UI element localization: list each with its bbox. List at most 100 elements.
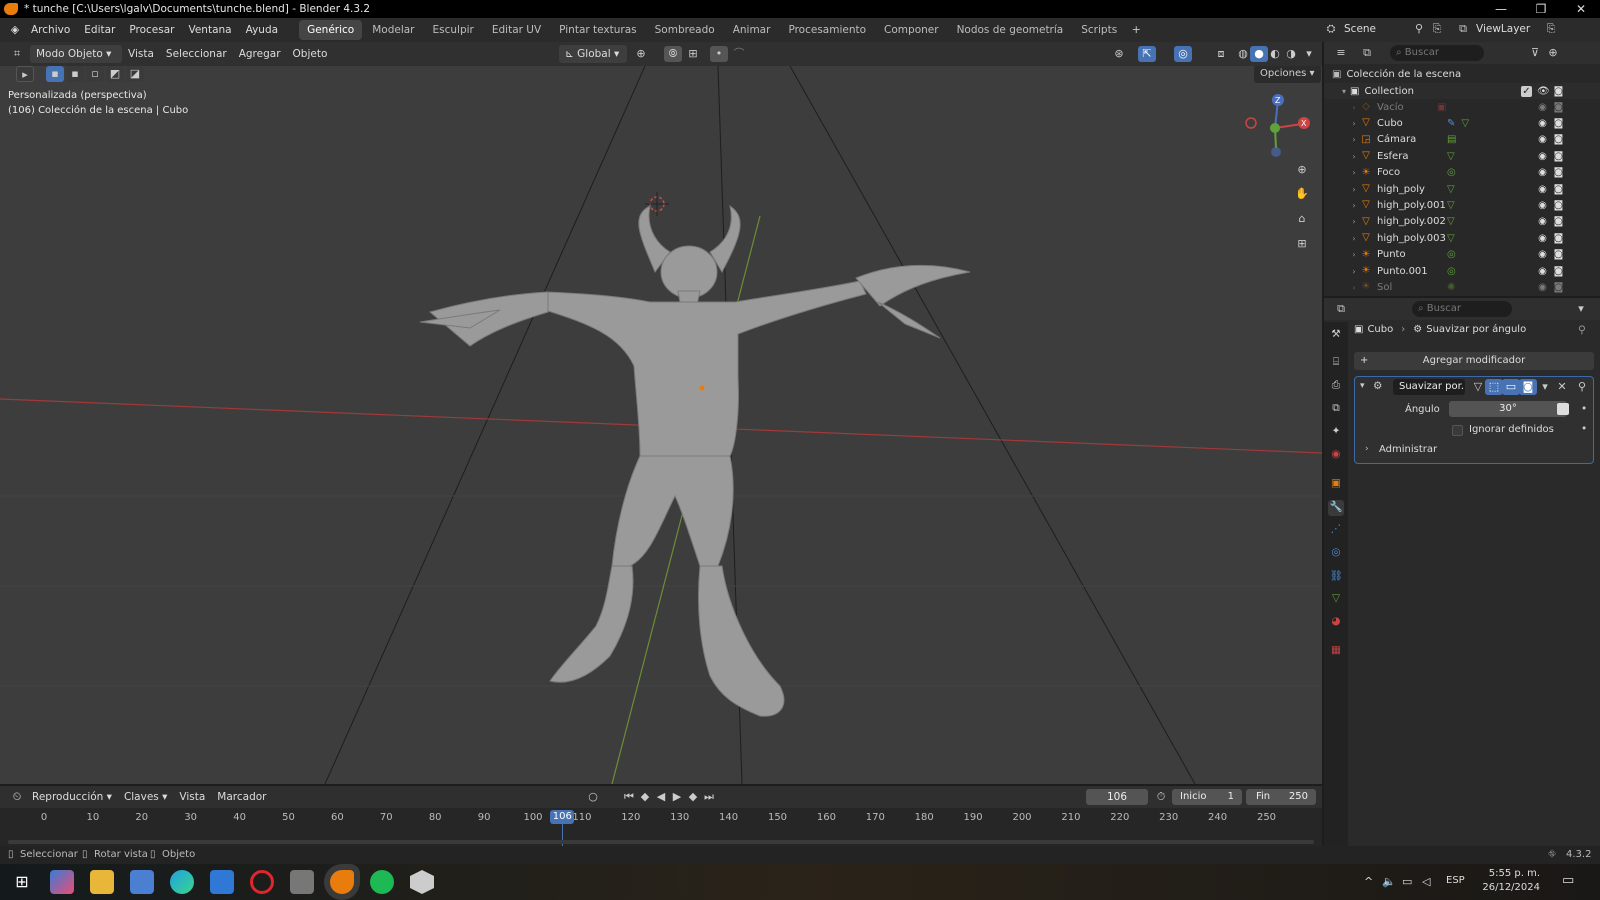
- expand-arrow-icon[interactable]: ›: [1348, 250, 1360, 259]
- volume-icon[interactable]: ◁: [1422, 875, 1430, 888]
- autokey-icon[interactable]: ○: [584, 789, 602, 805]
- new-viewlayer-icon[interactable]: ⎘: [1542, 21, 1560, 37]
- camera-icon[interactable]: ◙: [1553, 134, 1564, 145]
- camera-icon[interactable]: ◙: [1553, 200, 1564, 211]
- outliner-item[interactable]: › ☀ Punto.001 ◎ ◉ ◙: [1324, 263, 1600, 279]
- material-tab-icon[interactable]: ◕: [1328, 615, 1344, 631]
- xray-icon[interactable]: ⧈: [1212, 46, 1230, 62]
- outliner-root[interactable]: ▣ Colección de la escena: [1324, 66, 1600, 82]
- pivot-icon[interactable]: ⊕: [632, 46, 650, 62]
- display-mode-icon[interactable]: ⧉: [1358, 45, 1376, 61]
- outliner-item[interactable]: › ◇ Vacío ▣ ◉ ◙: [1324, 99, 1600, 115]
- store-icon[interactable]: [130, 870, 154, 894]
- expand-arrow-icon[interactable]: ›: [1348, 217, 1360, 226]
- outliner-item[interactable]: › ▽ Cubo ✎ ▽ ◉ ◙: [1324, 115, 1600, 131]
- camera-icon[interactable]: ◙: [1553, 118, 1564, 129]
- expand-arrow-icon[interactable]: ›: [1348, 267, 1360, 276]
- object-data-icon[interactable]: ▽: [1447, 184, 1455, 195]
- outliner-item[interactable]: › ▽ high_poly ▽ ◉ ◙: [1324, 181, 1600, 197]
- settings-icon[interactable]: [290, 870, 314, 894]
- mode-dropdown[interactable]: Modo Objeto ▾: [30, 45, 122, 63]
- select-subtract-icon[interactable]: ▫: [86, 66, 104, 82]
- add-modifier-button[interactable]: + Agregar modificador: [1354, 352, 1594, 370]
- ignore-sharp-checkbox[interactable]: [1452, 425, 1463, 436]
- clock-date[interactable]: 26/12/2024: [1476, 882, 1540, 893]
- outliner-item[interactable]: › ◲ Cámara ▤ ◉ ◙: [1324, 132, 1600, 148]
- navigation-gizmo[interactable]: Z X: [1240, 90, 1310, 160]
- scene-tab-icon[interactable]: ✦: [1328, 425, 1344, 441]
- object-data-icon[interactable]: ▤: [1447, 134, 1456, 145]
- add-workspace-icon[interactable]: +: [1127, 22, 1145, 38]
- scene-name[interactable]: Scene: [1344, 23, 1410, 35]
- eye-icon[interactable]: ◉: [1537, 249, 1548, 260]
- tab-sombreado[interactable]: Sombreado: [647, 20, 723, 40]
- unity-icon[interactable]: [410, 870, 434, 894]
- tab-scripts[interactable]: Scripts: [1073, 20, 1125, 40]
- render-toggle-icon[interactable]: ◙: [1519, 379, 1537, 395]
- snap-icon[interactable]: ⦾: [664, 46, 682, 62]
- angle-decorator-icon[interactable]: •: [1581, 403, 1587, 415]
- eye-icon[interactable]: ◉: [1537, 216, 1548, 227]
- menu-seleccionar[interactable]: Seleccionar: [160, 42, 233, 66]
- minimize-icon[interactable]: —: [1482, 0, 1520, 18]
- properties-type-icon[interactable]: ⧉: [1332, 301, 1350, 317]
- outliner-item[interactable]: › ☀ Foco ◎ ◉ ◙: [1324, 165, 1600, 181]
- speaker-icon[interactable]: 🔈: [1382, 875, 1396, 888]
- outliner-item[interactable]: › ☀ Sol ✺ ◉ ◙: [1324, 279, 1600, 295]
- language-indicator[interactable]: ESP: [1446, 875, 1465, 886]
- viewport-toggle-icon[interactable]: ▭: [1502, 379, 1520, 395]
- tab-modelar[interactable]: Modelar: [364, 20, 422, 40]
- tab-esculpir[interactable]: Esculpir: [425, 20, 482, 40]
- clock-time[interactable]: 5:55 p. m.: [1476, 868, 1540, 879]
- eye-icon[interactable]: ◉: [1537, 118, 1548, 129]
- tab-procesamiento[interactable]: Procesamiento: [780, 20, 874, 40]
- expand-arrow-icon[interactable]: ›: [1348, 103, 1360, 112]
- start-frame-field[interactable]: Inicio 1: [1172, 789, 1242, 805]
- menu-objeto[interactable]: Objeto: [287, 42, 334, 66]
- shading-options-icon[interactable]: ▾: [1300, 46, 1318, 62]
- menu-marcador[interactable]: Marcador: [211, 785, 272, 809]
- expand-manage-icon[interactable]: ›: [1365, 444, 1369, 454]
- blender-menu-icon[interactable]: ◈: [6, 22, 24, 38]
- menu-ayuda[interactable]: Ayuda: [239, 18, 285, 42]
- jump-end-icon[interactable]: ⏭: [700, 789, 718, 805]
- object-data-icon[interactable]: ▣: [1437, 102, 1446, 113]
- texture-tab-icon[interactable]: ▦: [1328, 644, 1344, 660]
- opera-icon[interactable]: [250, 870, 274, 894]
- notifications-icon[interactable]: ▭: [1562, 873, 1574, 888]
- object-data-icon[interactable]: ✺: [1447, 282, 1455, 293]
- particles-tab-icon[interactable]: ⋰: [1328, 523, 1344, 539]
- modifier-tab-icon[interactable]: 🔧: [1328, 500, 1344, 516]
- current-frame-field[interactable]: 106: [1086, 789, 1148, 805]
- outliner-type-icon[interactable]: ≡: [1332, 45, 1350, 61]
- file-explorer-icon[interactable]: [90, 870, 114, 894]
- angle-field[interactable]: 30°: [1449, 401, 1567, 417]
- outliner-item[interactable]: › ▽ high_poly.001 ▽ ◉ ◙: [1324, 197, 1600, 213]
- expand-arrow-icon[interactable]: ›: [1348, 152, 1360, 161]
- falloff-icon[interactable]: ⌒: [730, 46, 748, 62]
- camera-icon[interactable]: ◙: [1553, 216, 1564, 227]
- constraints-tab-icon[interactable]: ⛓: [1328, 569, 1344, 585]
- menu-editar[interactable]: Editar: [77, 18, 122, 42]
- perspective-toggle-icon[interactable]: ⊞: [1293, 236, 1311, 252]
- eye-icon[interactable]: ◉: [1537, 102, 1548, 113]
- world-tab-icon[interactable]: ◉: [1328, 448, 1344, 464]
- manage-panel[interactable]: Administrar: [1379, 444, 1437, 455]
- select-new-icon[interactable]: ▪: [46, 66, 64, 82]
- pan-hand-icon[interactable]: ✋: [1293, 186, 1311, 202]
- spotify-icon[interactable]: [370, 870, 394, 894]
- angle-keyframe-icon[interactable]: [1557, 403, 1569, 415]
- outliner-collection[interactable]: ▾ ▣ Collection ✓ 👁 ◙: [1324, 83, 1600, 99]
- object-data-icon[interactable]: ◎: [1447, 266, 1456, 277]
- object-data-icon[interactable]: ▽: [1447, 216, 1455, 227]
- menu-claves[interactable]: Claves ▾: [118, 785, 173, 809]
- properties-search[interactable]: ⌕ Buscar: [1412, 301, 1512, 317]
- 3d-viewport[interactable]: Personalizada (perspectiva) (106) Colecc…: [0, 66, 1322, 784]
- gizmo-toggle-icon[interactable]: ⇱: [1138, 46, 1156, 62]
- select-intersect-icon[interactable]: ◪: [126, 66, 144, 82]
- camera-icon[interactable]: ◙: [1553, 249, 1564, 260]
- tab-editar-uv[interactable]: Editar UV: [484, 20, 549, 40]
- eye-icon[interactable]: ◉: [1537, 282, 1548, 293]
- eye-icon[interactable]: ◉: [1537, 200, 1548, 211]
- object-data-icon[interactable]: ▽: [1447, 151, 1455, 162]
